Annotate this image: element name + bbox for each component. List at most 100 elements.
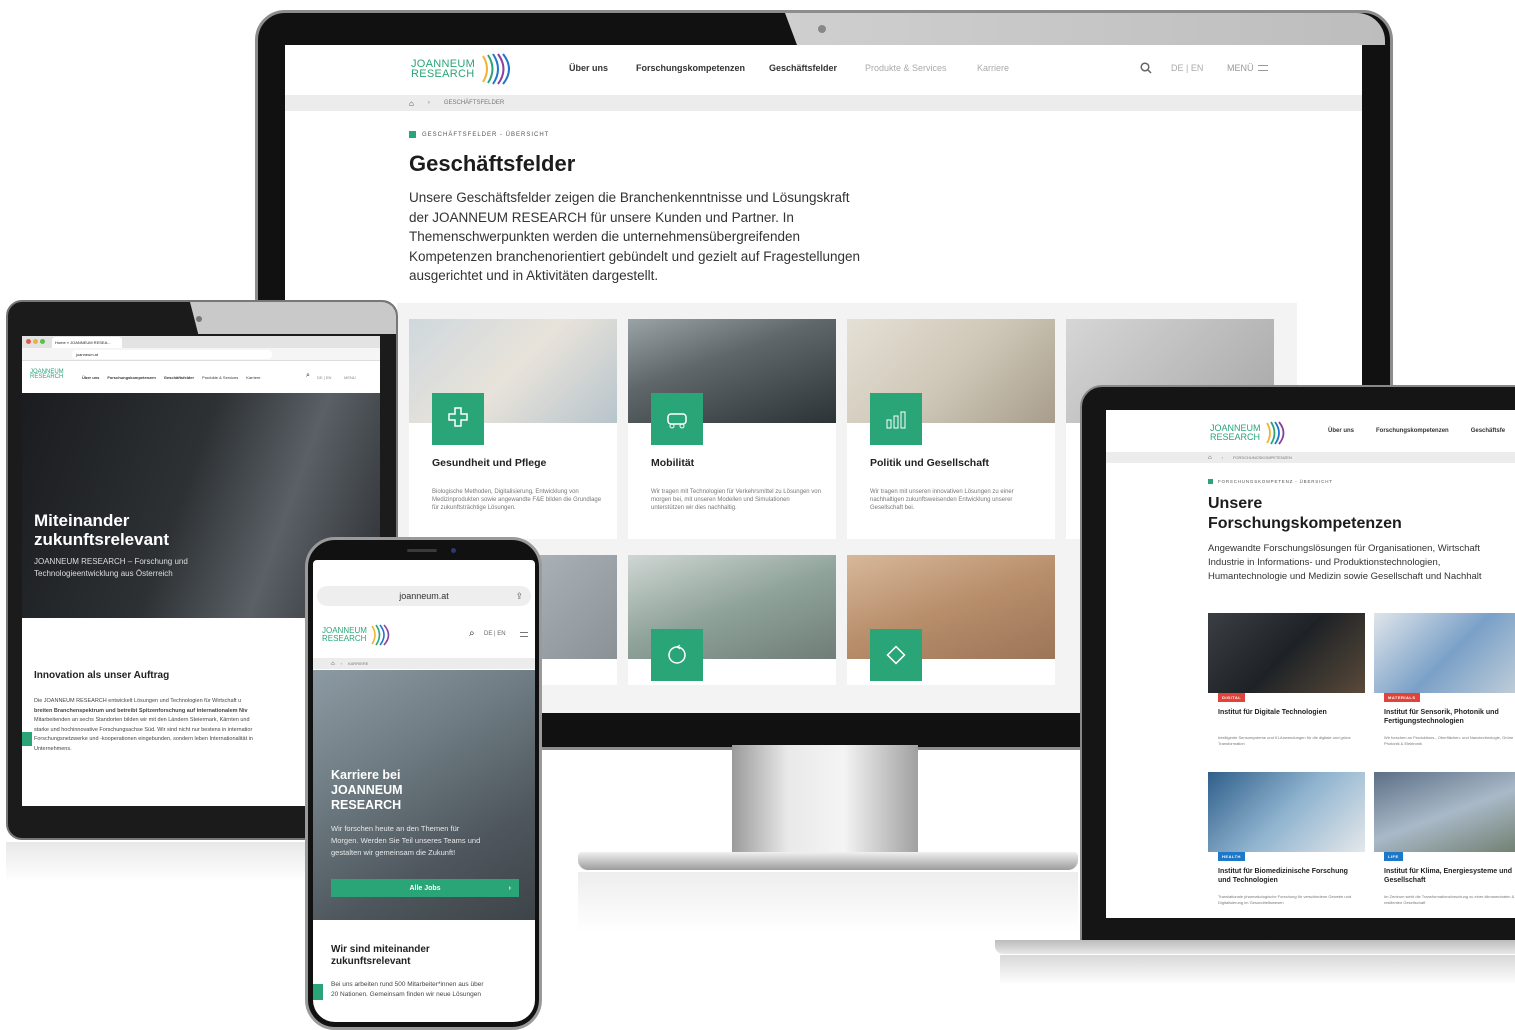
institute-card-digital[interactable]: DIGITAL Institut für Digitale Technologi…	[1208, 613, 1365, 761]
monitor-base	[578, 852, 1078, 870]
body-line: Bei uns arbeiten rund 500 Mitarbeiter*in…	[331, 981, 484, 988]
card-title: Institut für Biomedizinische Forschung u…	[1218, 868, 1348, 884]
menu-button[interactable]: MENÜ	[344, 375, 356, 380]
browser-tab[interactable]: Home » JOANNEUM RESEA...	[52, 337, 122, 348]
nav-produkte-services[interactable]: Produkte & Services	[865, 63, 947, 73]
business-card-row2-2[interactable]	[628, 555, 836, 685]
search-icon[interactable]: ⌕	[469, 628, 475, 639]
nav-forschungskompetenzen[interactable]: Forschungskompetenzen	[636, 63, 745, 73]
card-title: Politik und Gesellschaft	[870, 457, 990, 469]
logo-stripes-icon	[482, 53, 511, 85]
institute-card-materials[interactable]: MATERIALS Institut für Sensorik, Photoni…	[1374, 613, 1515, 761]
laptop-base-shadow	[1000, 955, 1515, 985]
phone-addressbar[interactable]: joanneum.at ⇪	[317, 586, 531, 606]
tablet-camera	[196, 316, 202, 322]
language-switch[interactable]: DE | EN	[484, 631, 506, 637]
card-title: Institut für Digitale Technologien	[1218, 709, 1327, 716]
breadcrumb: ⌂ › KARRIERE	[313, 658, 535, 669]
policy-chart-icon	[870, 393, 922, 445]
search-icon[interactable]	[1140, 62, 1152, 74]
nav-ueber-uns[interactable]: Über uns	[82, 375, 99, 380]
eyebrow-text: FORSCHUNGSKOMPETENZ - ÜBERSICHT	[1218, 479, 1333, 484]
search-icon[interactable]: ⌕	[306, 372, 310, 380]
logo-stripes-icon	[1265, 421, 1284, 445]
hero-text-line: gestalten wir gemeinsam die Zukunft!	[331, 848, 456, 857]
page-title-line: Forschungskompetenzen	[1208, 515, 1402, 532]
eyebrow-marker	[409, 131, 416, 138]
device-mockup-scene: JOANNEUM RESEARCH Über uns Forschungskom…	[0, 0, 1515, 1030]
nav-geschaeftsfelder[interactable]: Geschäftsfelder	[164, 375, 194, 380]
category-badge: HEALTH	[1218, 852, 1245, 861]
intro-line: Unsere Geschäftsfelder zeigen die Branch…	[409, 190, 850, 205]
intro-paragraph: Unsere Geschäftsfelder zeigen die Branch…	[409, 188, 909, 286]
tablet-logo[interactable]: JOANNEUM RESEARCH	[30, 369, 64, 380]
hero-text-line: Morgen. Werden Sie Teil unseres Teams un…	[331, 836, 481, 845]
nav-forschungskompetenzen[interactable]: Forschungskompetenzen	[107, 375, 155, 380]
laptop-logo[interactable]: JOANNEUM RESEARCH	[1210, 420, 1292, 446]
breadcrumb-current: GESCHÄFTSFELDER	[443, 100, 505, 106]
card-text: Wir forschen an Produktions-, Oberfläche…	[1384, 735, 1514, 746]
body-line: Mitarbeitenden an sechs Standorten bilde…	[34, 717, 250, 723]
breadcrumb: ⌂ › FORSCHUNGSKOMPETENZEN	[1106, 452, 1515, 463]
home-icon[interactable]: ⌂	[409, 99, 414, 108]
language-switch[interactable]: DE | EN	[317, 375, 331, 380]
window-maximize-dot[interactable]	[40, 339, 45, 344]
all-jobs-button[interactable]: Alle Jobs ›	[331, 879, 519, 897]
category-badge: MATERIALS	[1384, 693, 1420, 702]
monitor-glare	[785, 13, 1385, 45]
tablet-nav: Über uns Forschungskompetenzen Geschäfts…	[82, 375, 261, 380]
logo-stripes-icon	[371, 624, 390, 646]
monitor-neck	[732, 745, 918, 857]
monitor-logo[interactable]: JOANNEUM RESEARCH	[411, 52, 519, 86]
laptop-screen: JOANNEUM RESEARCH Über uns Forschungskom…	[1106, 410, 1515, 918]
institute-card-health[interactable]: HEALTH Institut für Biomedizinische Fors…	[1208, 772, 1365, 918]
hero-subtitle: JOANNEUM RESEARCH – Forschung und Techno…	[34, 556, 188, 580]
hero-subtitle-line: JOANNEUM RESEARCH – Forschung und	[34, 557, 188, 566]
nav-ueber-uns[interactable]: Über uns	[569, 63, 608, 73]
nav-geschaeftsfelder[interactable]: Geschäftsfelder	[769, 63, 837, 73]
language-switch[interactable]: DE | EN	[1171, 63, 1203, 73]
nav-karriere[interactable]: Karriere	[977, 63, 1009, 73]
url-field[interactable]: joanneum.at	[72, 350, 272, 359]
tablet-glare	[190, 302, 396, 334]
section-title-line: zukunftsrelevant	[331, 956, 411, 967]
scroll-top-button[interactable]	[22, 732, 32, 746]
business-card-health[interactable]: Gesundheit und Pflege Biologische Method…	[409, 319, 617, 539]
card-text: Biologische Methoden, Digitalisierung, E…	[432, 489, 602, 511]
nav-produkte-services[interactable]: Produkte & Services	[202, 375, 238, 380]
business-card-mobility[interactable]: Mobilität Wir tragen mit Technologien fü…	[628, 319, 836, 539]
breadcrumb: ⌂ › GESCHÄFTSFELDER	[285, 95, 1362, 111]
card-title: Institut für Sensorik, Photonik und Fert…	[1384, 709, 1499, 725]
home-icon[interactable]: ⌂	[331, 661, 335, 667]
logo-line-2: RESEARCH	[1210, 432, 1261, 442]
category-badge: DIGITAL	[1218, 693, 1246, 702]
institute-card-life[interactable]: LIFE Institut für Klima, Energiesysteme …	[1374, 772, 1515, 918]
url-field[interactable]: joanneum.at	[399, 591, 449, 601]
nav-ueber-uns[interactable]: Über uns	[1328, 428, 1354, 434]
card-title: Gesundheit und Pflege	[432, 457, 547, 469]
body-line: Forschungsnetzwerke und -kooperationen e…	[34, 736, 253, 742]
body-line: breiten Branchenspektrum und betreibt Sp…	[34, 707, 248, 714]
tablet-site-header: JOANNEUM RESEARCH Über uns Forschungskom…	[22, 361, 380, 393]
health-care-icon	[432, 393, 484, 445]
body-text: Die JOANNEUM RESEARCH entwickelt Lösunge…	[34, 697, 253, 754]
body-text: Bei uns arbeiten rund 500 Mitarbeiter*in…	[331, 980, 484, 1000]
window-minimize-dot[interactable]	[33, 339, 38, 344]
business-card-row2-3[interactable]	[847, 555, 1055, 685]
section-title-line: Wir sind miteinander	[331, 944, 430, 955]
circular-economy-icon	[651, 629, 703, 681]
share-icon[interactable]: ⇪	[515, 586, 523, 606]
nav-karriere[interactable]: Karriere	[246, 375, 260, 380]
hamburger-icon[interactable]	[520, 632, 528, 637]
window-close-dot[interactable]	[26, 339, 31, 344]
business-card-politics[interactable]: Politik und Gesellschaft Wir tragen mit …	[847, 319, 1055, 539]
hamburger-icon	[1257, 65, 1268, 71]
menu-button[interactable]: MENÜ	[1227, 63, 1268, 73]
phone-camera	[451, 548, 456, 553]
scroll-top-button[interactable]	[313, 984, 323, 1000]
hero-text: Wir forschen heute an den Themen für Mor…	[331, 823, 480, 859]
nav-geschaeftsfelder[interactable]: Geschäftsfe	[1471, 428, 1505, 434]
home-icon[interactable]: ⌂	[1208, 455, 1212, 461]
nav-forschungskompetenzen[interactable]: Forschungskompetenzen	[1376, 428, 1449, 434]
phone-logo[interactable]: JOANNEUM RESEARCH	[322, 624, 395, 646]
